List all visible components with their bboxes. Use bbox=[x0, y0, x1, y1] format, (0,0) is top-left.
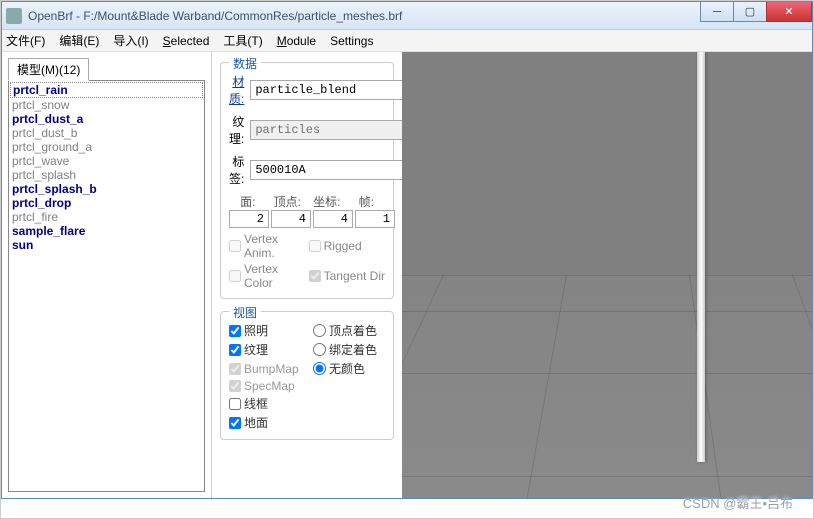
properties-panel: 数据 材质: 纹理: 标签: ... 面: 顶点: 坐标: bbox=[212, 52, 402, 498]
rigged-check bbox=[309, 240, 321, 252]
list-item[interactable]: prtcl_fire bbox=[10, 210, 203, 224]
grid-line bbox=[402, 476, 812, 477]
texture-label: 纹理: bbox=[229, 113, 244, 147]
list-item[interactable]: prtcl_drop bbox=[10, 196, 203, 210]
tab-models[interactable]: 模型(M)(12) bbox=[8, 58, 89, 81]
vertex-shade-radio[interactable] bbox=[313, 324, 326, 337]
app-icon bbox=[6, 8, 22, 24]
menu-settings[interactable]: Settings bbox=[330, 34, 373, 48]
faces-header: 面: bbox=[229, 193, 267, 210]
coords-header: 坐标: bbox=[308, 193, 346, 210]
close-button[interactable]: ✕ bbox=[766, 2, 812, 22]
list-item[interactable]: sun bbox=[10, 238, 203, 252]
bumpmap-check bbox=[229, 363, 241, 375]
no-shade-radio[interactable] bbox=[313, 362, 326, 375]
tag-label: 标签: bbox=[229, 153, 244, 187]
bind-shade-radio[interactable] bbox=[313, 343, 326, 356]
list-item[interactable]: prtcl_splash bbox=[10, 168, 203, 182]
list-item[interactable]: prtcl_dust_a bbox=[10, 112, 203, 126]
tag-input[interactable] bbox=[250, 160, 412, 180]
texture-input bbox=[250, 120, 412, 140]
model-list[interactable]: prtcl_rainprtcl_snowprtcl_dust_aprtcl_du… bbox=[8, 80, 205, 492]
watermark: CSDN @霸王•吕布 bbox=[683, 493, 793, 512]
data-group: 数据 材质: 纹理: 标签: ... 面: 顶点: 坐标: bbox=[220, 62, 394, 299]
list-item[interactable]: prtcl_snow bbox=[10, 98, 203, 112]
menu-module[interactable]: Module bbox=[277, 34, 316, 48]
texture-check[interactable] bbox=[229, 344, 241, 356]
menu-tools[interactable]: 工具(T) bbox=[223, 32, 262, 49]
lighting-check[interactable] bbox=[229, 325, 241, 337]
menu-edit[interactable]: 编辑(E) bbox=[59, 32, 99, 49]
window-title: OpenBrf - F:/Mount&Blade Warband/CommonR… bbox=[28, 9, 402, 23]
material-label[interactable]: 材质: bbox=[229, 73, 244, 107]
model-list-panel: 模型(M)(12) prtcl_rainprtcl_snowprtcl_dust… bbox=[2, 52, 212, 498]
menu-file[interactable]: 文件(F) bbox=[6, 32, 45, 49]
grid-line bbox=[402, 373, 812, 374]
faces-value bbox=[229, 210, 269, 228]
list-item[interactable]: sample_flare bbox=[10, 224, 203, 238]
menu-selected[interactable]: Selected bbox=[163, 34, 210, 48]
specmap-check bbox=[229, 380, 241, 392]
list-item[interactable]: prtcl_dust_b bbox=[10, 126, 203, 140]
view-group: 视图 照明 顶点着色 纹理 绑定着色 BumpMap 无颜色 SpecMap 线… bbox=[220, 311, 394, 440]
material-input[interactable] bbox=[250, 80, 412, 100]
maximize-button[interactable]: ▢ bbox=[733, 2, 767, 22]
data-group-title: 数据 bbox=[229, 55, 261, 72]
frames-header: 帧: bbox=[348, 193, 386, 210]
mesh-preview bbox=[697, 52, 705, 462]
vertex-color-check bbox=[229, 270, 241, 282]
frames-value bbox=[355, 210, 395, 228]
minimize-button[interactable]: ─ bbox=[700, 2, 734, 22]
title-bar: OpenBrf - F:/Mount&Blade Warband/CommonR… bbox=[2, 2, 812, 30]
verts-value bbox=[271, 210, 311, 228]
ground-check[interactable] bbox=[229, 417, 241, 429]
ground-plane bbox=[402, 275, 812, 498]
verts-header: 顶点: bbox=[269, 193, 307, 210]
coords-value bbox=[313, 210, 353, 228]
list-item[interactable]: prtcl_rain bbox=[10, 82, 203, 98]
list-item[interactable]: prtcl_ground_a bbox=[10, 140, 203, 154]
tangent-dir-check bbox=[309, 270, 321, 282]
list-item[interactable]: prtcl_splash_b bbox=[10, 182, 203, 196]
view-group-title: 视图 bbox=[229, 304, 261, 321]
menu-import[interactable]: 导入(I) bbox=[113, 32, 148, 49]
wireframe-check[interactable] bbox=[229, 398, 241, 410]
viewport-3d[interactable] bbox=[402, 52, 812, 498]
grid-line bbox=[402, 275, 812, 276]
grid-line bbox=[402, 311, 812, 312]
menu-bar: 文件(F) 编辑(E) 导入(I) Selected 工具(T) Module … bbox=[2, 30, 812, 52]
vertex-anim-check bbox=[229, 240, 241, 252]
list-item[interactable]: prtcl_wave bbox=[10, 154, 203, 168]
